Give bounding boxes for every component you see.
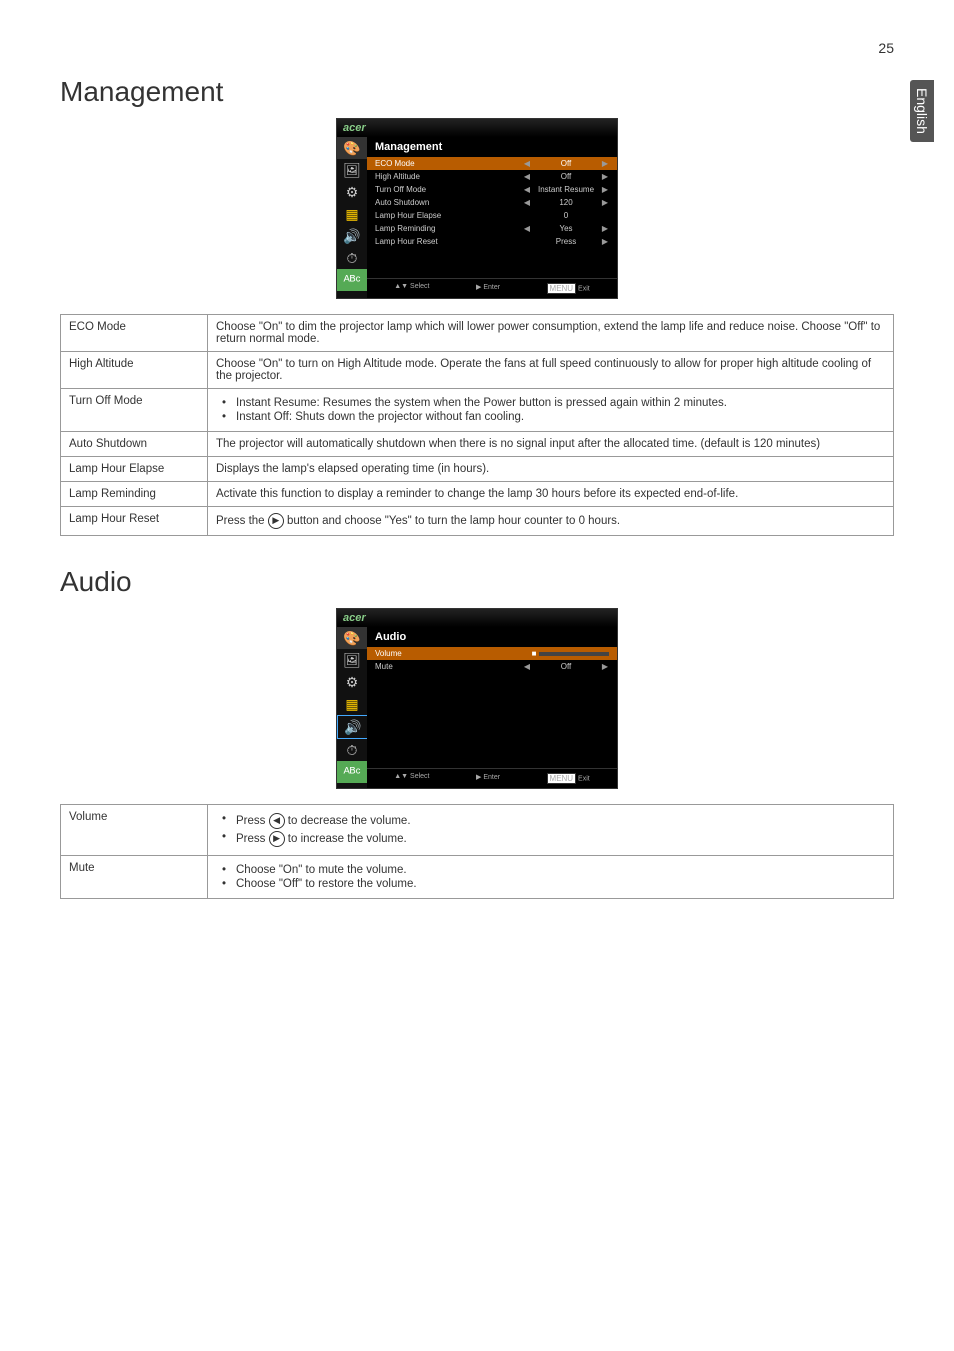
color-icon: 🎨 <box>337 627 367 649</box>
osd-row: Volume ■ <box>367 647 617 660</box>
management-icon: ▦ <box>337 203 367 225</box>
osd-row: ECO Mode ◀ Off ▶ <box>367 157 617 170</box>
osd-row: Mute ◀ Off ▶ <box>367 660 617 673</box>
lang-icon: ᴬᴮᶜ <box>337 761 367 783</box>
audio-osd: acer 🎨 🖼 ⚙ ▦ 🔊 ⏱ ᴬᴮᶜ Audio Volume ■ Mute… <box>336 608 618 789</box>
audio-icon: 🔊 <box>337 715 369 739</box>
management-osd: acer 🎨 🖼 ⚙ ▦ 🔊 ⏱ ᴬᴮᶜ Management ECO Mode… <box>336 118 618 299</box>
table-row: Volume Press ◀ to decrease the volume. P… <box>61 805 894 856</box>
osd-row: Auto Shutdown ◀ 120 ▶ <box>367 196 617 209</box>
osd-footer: ▲▼ Select ▶ Enter MENU Exit <box>367 278 617 298</box>
management-table: ECO Mode Choose "On" to dim the projecto… <box>60 314 894 536</box>
timer-icon: ⏱ <box>337 247 367 269</box>
row-name: ECO Mode <box>61 315 208 352</box>
row-name: Volume <box>61 805 208 856</box>
osd-sidebar: 🎨 🖼 ⚙ ▦ 🔊 ⏱ ᴬᴮᶜ <box>337 137 367 298</box>
osd-row: Lamp Hour Reset Press ▶ <box>367 235 617 248</box>
row-desc: Choose "On" to dim the projector lamp wh… <box>208 315 894 352</box>
image-icon: 🖼 <box>337 159 367 181</box>
table-row: Mute Choose "On" to mute the volume. Cho… <box>61 856 894 899</box>
row-desc: Instant Resume: Resumes the system when … <box>208 389 894 432</box>
acer-logo: acer <box>343 122 366 134</box>
page-number: 25 <box>60 40 894 56</box>
osd-sidebar: 🎨 🖼 ⚙ ▦ 🔊 ⏱ ᴬᴮᶜ <box>337 627 367 788</box>
table-row: ECO Mode Choose "On" to dim the projecto… <box>61 315 894 352</box>
table-row: High Altitude Choose "On" to turn on Hig… <box>61 352 894 389</box>
image-icon: 🖼 <box>337 649 367 671</box>
row-desc: The projector will automatically shutdow… <box>208 432 894 457</box>
row-desc: Press the ▶ button and choose "Yes" to t… <box>208 507 894 536</box>
table-row: Lamp Reminding Activate this function to… <box>61 482 894 507</box>
table-row: Lamp Hour Reset Press the ▶ button and c… <box>61 507 894 536</box>
row-name: High Altitude <box>61 352 208 389</box>
row-desc: Choose "On" to turn on High Altitude mod… <box>208 352 894 389</box>
audio-table: Volume Press ◀ to decrease the volume. P… <box>60 804 894 899</box>
osd-row: Lamp Hour Elapse 0 <box>367 209 617 222</box>
acer-logo: acer <box>343 612 366 624</box>
row-name: Turn Off Mode <box>61 389 208 432</box>
row-desc: Choose "On" to mute the volume. Choose "… <box>208 856 894 899</box>
osd-title: Management <box>367 137 617 157</box>
gear-icon: ⚙ <box>337 181 367 203</box>
table-row: Lamp Hour Elapse Displays the lamp's ela… <box>61 457 894 482</box>
language-tab: English <box>910 80 934 142</box>
left-arrow-icon: ◀ <box>269 813 285 829</box>
right-arrow-icon: ▶ <box>268 513 284 529</box>
osd-row: Lamp Reminding ◀ Yes ▶ <box>367 222 617 235</box>
gear-icon: ⚙ <box>337 671 367 693</box>
row-desc: Displays the lamp's elapsed operating ti… <box>208 457 894 482</box>
management-heading: Management <box>60 76 894 108</box>
osd-footer: ▲▼ Select ▶ Enter MENU Exit <box>367 768 617 788</box>
osd-row: Turn Off Mode ◀ Instant Resume ▶ <box>367 183 617 196</box>
audio-heading: Audio <box>60 566 894 598</box>
row-name: Lamp Reminding <box>61 482 208 507</box>
osd-title: Audio <box>367 627 617 647</box>
volume-slider <box>539 652 609 656</box>
row-desc: Activate this function to display a remi… <box>208 482 894 507</box>
osd-row: High Altitude ◀ Off ▶ <box>367 170 617 183</box>
row-name: Lamp Hour Elapse <box>61 457 208 482</box>
timer-icon: ⏱ <box>337 739 367 761</box>
color-icon: 🎨 <box>337 137 367 159</box>
management-icon: ▦ <box>337 693 367 715</box>
row-name: Auto Shutdown <box>61 432 208 457</box>
audio-icon: 🔊 <box>337 225 367 247</box>
row-desc: Press ◀ to decrease the volume. Press ▶ … <box>208 805 894 856</box>
lang-icon: ᴬᴮᶜ <box>337 269 367 291</box>
row-name: Lamp Hour Reset <box>61 507 208 536</box>
table-row: Auto Shutdown The projector will automat… <box>61 432 894 457</box>
table-row: Turn Off Mode Instant Resume: Resumes th… <box>61 389 894 432</box>
right-arrow-icon: ▶ <box>269 831 285 847</box>
row-name: Mute <box>61 856 208 899</box>
